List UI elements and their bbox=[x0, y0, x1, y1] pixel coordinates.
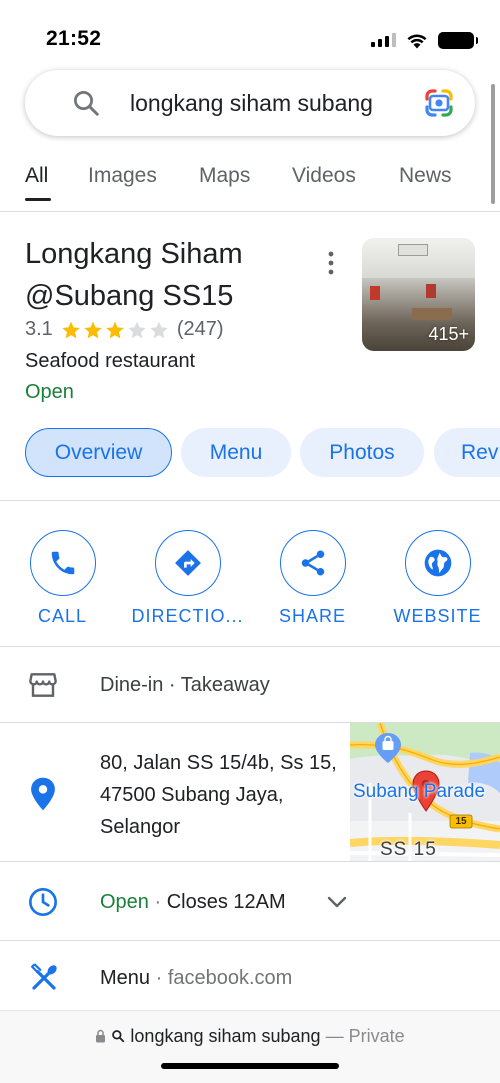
tab-active-indicator bbox=[25, 198, 51, 201]
tab-images[interactable]: Images bbox=[88, 164, 157, 188]
directions-button[interactable]: DIRECTIO... bbox=[125, 530, 250, 627]
google-lens-icon[interactable] bbox=[423, 87, 455, 119]
divider bbox=[0, 646, 500, 647]
star-icon bbox=[84, 321, 102, 338]
search-icon[interactable] bbox=[71, 88, 101, 118]
map-label-subang-parade: Subang Parade bbox=[353, 781, 486, 802]
divider bbox=[0, 861, 500, 862]
website-button-circle[interactable] bbox=[404, 530, 471, 596]
share-label[interactable]: SHARE bbox=[250, 606, 375, 627]
more-options-icon[interactable] bbox=[326, 250, 336, 276]
menu-link-row[interactable]: Menu · facebook.com bbox=[100, 967, 292, 990]
private-mode-label: — Private bbox=[325, 1026, 405, 1046]
hours-open-status: Open bbox=[100, 891, 149, 913]
search-icon bbox=[112, 1030, 125, 1043]
cellular-signal-icon bbox=[371, 33, 396, 47]
share-button-circle[interactable] bbox=[279, 530, 346, 596]
location-pin-icon bbox=[31, 777, 55, 811]
rating-value: 3.1 bbox=[25, 318, 53, 340]
storefront-icon bbox=[29, 673, 57, 697]
chip-menu[interactable]: Menu bbox=[181, 428, 291, 477]
divider bbox=[0, 940, 500, 941]
address[interactable]: 80, Jalan SS 15/4b, Ss 15, 47500 Subang … bbox=[100, 747, 340, 843]
directions-label[interactable]: DIRECTIO... bbox=[125, 606, 250, 627]
menu-label: Menu bbox=[100, 967, 151, 989]
website-label[interactable]: WEBSITE bbox=[375, 606, 500, 627]
search-box[interactable]: longkang siham subang bbox=[25, 70, 475, 136]
lock-icon bbox=[96, 1029, 106, 1043]
chevron-down-icon[interactable] bbox=[326, 893, 348, 911]
map-route-number: 15 bbox=[455, 816, 467, 827]
call-label[interactable]: CALL bbox=[0, 606, 125, 627]
phone-icon bbox=[51, 551, 74, 575]
website-button[interactable]: WEBSITE bbox=[375, 530, 500, 627]
search-query[interactable]: longkang siham subang bbox=[130, 90, 373, 117]
place-title-line-1: Longkang Siham bbox=[25, 238, 243, 270]
address-bar-query: longkang siham subang bbox=[130, 1026, 321, 1046]
status-time: 21:52 bbox=[46, 27, 102, 50]
call-button[interactable]: CALL bbox=[0, 530, 125, 627]
hours-closes: Closes 12AM bbox=[166, 891, 286, 913]
search-tabs: All Images Maps Videos News bbox=[0, 150, 500, 212]
photo-count: 415+ bbox=[428, 324, 469, 344]
map-preview[interactable]: Subang Parade 15 SS 15 bbox=[350, 723, 500, 861]
restaurant-icon bbox=[31, 963, 57, 990]
map-label-area: SS 15 bbox=[380, 839, 437, 860]
place-title-line-2: @Subang SS15 bbox=[25, 280, 234, 312]
open-status: Open bbox=[25, 381, 74, 403]
star-empty-icon bbox=[128, 321, 146, 338]
browser-bottom-bar[interactable]: longkang siham subang — Private bbox=[0, 1010, 500, 1083]
wifi-icon bbox=[407, 34, 427, 48]
battery-icon bbox=[438, 31, 478, 49]
service-options: Dine-in · Takeaway bbox=[100, 674, 270, 696]
rating-line[interactable]: 3.1 (247) bbox=[25, 318, 224, 341]
star-rating bbox=[61, 320, 169, 340]
divider bbox=[0, 500, 500, 501]
star-empty-icon bbox=[150, 321, 168, 338]
home-indicator[interactable] bbox=[161, 1063, 339, 1069]
place-category: Seafood restaurant bbox=[25, 350, 196, 372]
clock-icon bbox=[29, 888, 57, 916]
place-title: Longkang Siham @Subang SS15 bbox=[25, 233, 325, 317]
menu-source: facebook.com bbox=[167, 967, 293, 989]
chip-reviews[interactable]: Rev bbox=[434, 428, 500, 477]
share-button[interactable]: SHARE bbox=[250, 530, 375, 627]
tab-news[interactable]: News bbox=[399, 164, 452, 188]
status-bar: 21:52 bbox=[0, 0, 500, 70]
tab-all[interactable]: All bbox=[25, 164, 48, 188]
menu-separator: · bbox=[150, 967, 168, 989]
address-bar[interactable]: longkang siham subang — Private bbox=[0, 1026, 500, 1047]
chip-photos[interactable]: Photos bbox=[300, 428, 424, 477]
review-count[interactable]: (247) bbox=[177, 318, 224, 341]
chip-overview[interactable]: Overview bbox=[25, 428, 172, 477]
star-icon bbox=[62, 321, 80, 338]
share-icon bbox=[301, 550, 324, 576]
directions-icon bbox=[174, 550, 201, 576]
status-icons bbox=[371, 30, 478, 50]
hours-separator: · bbox=[148, 891, 167, 913]
directions-button-circle[interactable] bbox=[154, 530, 221, 596]
globe-icon bbox=[424, 549, 451, 577]
tab-maps[interactable]: Maps bbox=[199, 164, 250, 188]
place-photo-thumbnail[interactable]: 415+ bbox=[362, 238, 475, 351]
call-button-circle[interactable] bbox=[29, 530, 96, 596]
star-icon bbox=[106, 321, 124, 338]
hours-row[interactable]: Open · Closes 12AM bbox=[100, 891, 286, 914]
tab-videos[interactable]: Videos bbox=[292, 164, 356, 188]
